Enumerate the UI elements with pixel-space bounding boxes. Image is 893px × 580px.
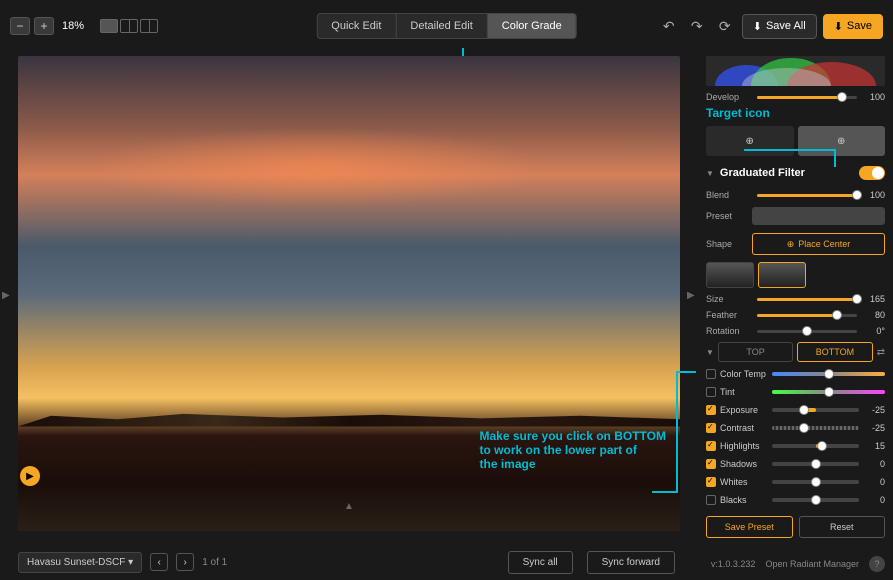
sync-forward-button[interactable]: Sync forward [587,551,675,574]
save-preset-button[interactable]: Save Preset [706,516,793,538]
download-icon: ⬇ [753,20,762,33]
preset-label: Preset [706,211,746,221]
contrast-label: Contrast [720,423,768,433]
tab-color-grade[interactable]: Color Grade [488,14,576,38]
histogram [706,56,885,86]
highlights-label: Highlights [720,441,768,451]
annotation-bottom-note: Make sure you click on BOTTOM to work on… [480,429,667,471]
develop-value: 100 [863,92,885,102]
tb-collapse-icon[interactable]: ▼ [706,348,714,357]
section-toggle[interactable] [859,166,885,180]
highlights-check[interactable] [706,441,716,451]
zoom-level: 18% [62,20,84,32]
zoom-out-button[interactable]: − [10,17,30,35]
zoom-in-button[interactable]: + [34,17,54,35]
exposure-label: Exposure [720,405,768,415]
save-all-button[interactable]: ⬇Save All [742,14,817,39]
shape-reflected[interactable] [758,262,806,288]
right-panel-handle[interactable]: ▶ [687,290,695,306]
blacks-check[interactable] [706,495,716,505]
global-adjust-tab[interactable]: ⊕ [706,126,794,156]
develop-slider[interactable] [757,96,857,99]
feather-label: Feather [706,310,751,320]
target-icon: ⊕ [837,136,845,147]
develop-label: Develop [706,92,751,102]
top-tab[interactable]: TOP [718,342,793,362]
contrast-check[interactable] [706,423,716,433]
colortemp-slider[interactable] [772,372,885,376]
page-info: 1 of 1 [202,557,227,568]
shadows-slider[interactable] [772,462,859,466]
blend-value: 100 [863,190,885,200]
colortemp-check[interactable] [706,369,716,379]
tint-check[interactable] [706,387,716,397]
blacks-label: Blacks [720,495,768,505]
tint-label: Tint [720,387,768,397]
tab-detailed-edit[interactable]: Detailed Edit [396,14,487,38]
size-value: 165 [863,294,885,304]
save-button[interactable]: ⬇Save [823,14,883,39]
filename-dropdown[interactable]: Havasu Sunset-DSCF ▾ [18,552,142,573]
target-adjust-tab[interactable]: ⊕ [798,126,886,156]
blacks-value: 0 [863,495,885,505]
link-icon[interactable]: ⇄ [877,347,885,358]
shape-label: Shape [706,239,746,249]
open-radiant-link[interactable]: Open Radiant Manager [765,559,859,569]
exposure-slider[interactable] [772,408,859,412]
highlights-slider[interactable] [772,444,859,448]
blend-label: Blend [706,190,751,200]
tint-slider[interactable] [772,390,885,394]
preset-dropdown[interactable] [752,207,885,225]
place-center-button[interactable]: ⊕Place Center [752,233,885,255]
shadows-label: Shadows [720,459,768,469]
blacks-slider[interactable] [772,498,859,502]
rotation-slider[interactable] [757,330,857,333]
contrast-value: -25 [863,423,885,433]
reset-button[interactable]: Reset [799,516,886,538]
view-split-icon[interactable] [120,19,138,33]
feather-slider[interactable] [757,314,857,317]
highlights-value: 15 [863,441,885,451]
contrast-slider[interactable] [772,426,859,430]
whites-label: Whites [720,477,768,487]
shadows-value: 0 [863,459,885,469]
bottom-tab[interactable]: BOTTOM [797,342,872,362]
view-compare-icon[interactable] [140,19,158,33]
edit-mode-tabs: Quick Edit Detailed Edit Color Grade [316,13,576,39]
rotation-value: 0° [863,326,885,336]
sync-all-button[interactable]: Sync all [508,551,573,574]
size-slider[interactable] [757,298,857,301]
shadows-check[interactable] [706,459,716,469]
rotation-label: Rotation [706,326,751,336]
help-icon[interactable]: ? [869,556,885,572]
image-canvas[interactable]: ▶ Make sure you click on BOTTOM to work … [18,56,680,531]
version-label: v:1.0.3.232 [711,559,756,569]
whites-slider[interactable] [772,480,859,484]
whites-value: 0 [863,477,885,487]
collapse-icon[interactable]: ▼ [706,169,714,178]
prev-button[interactable]: ‹ [150,553,168,571]
exposure-value: -25 [863,405,885,415]
globe-icon: ⊕ [746,136,754,147]
section-title: Graduated Filter [720,167,853,179]
annotation-target-icon: Target icon [706,106,885,120]
size-label: Size [706,294,751,304]
whites-check[interactable] [706,477,716,487]
undo-icon[interactable]: ↶ [658,15,680,37]
playhead-marker[interactable]: ▶ [20,466,40,486]
download-icon: ⬇ [834,20,843,33]
next-button[interactable]: › [176,553,194,571]
view-single-icon[interactable] [100,19,118,33]
blend-slider[interactable] [757,194,857,197]
shape-linear[interactable] [706,262,754,288]
crosshair-icon: ⊕ [787,239,795,250]
collapse-up-icon[interactable]: ▲ [344,501,354,512]
redo-icon[interactable]: ↷ [686,15,708,37]
tab-quick-edit[interactable]: Quick Edit [317,14,396,38]
exposure-check[interactable] [706,405,716,415]
colortemp-label: Color Temp [720,369,768,379]
reset-icon[interactable]: ⟳ [714,15,736,37]
feather-value: 80 [863,310,885,320]
